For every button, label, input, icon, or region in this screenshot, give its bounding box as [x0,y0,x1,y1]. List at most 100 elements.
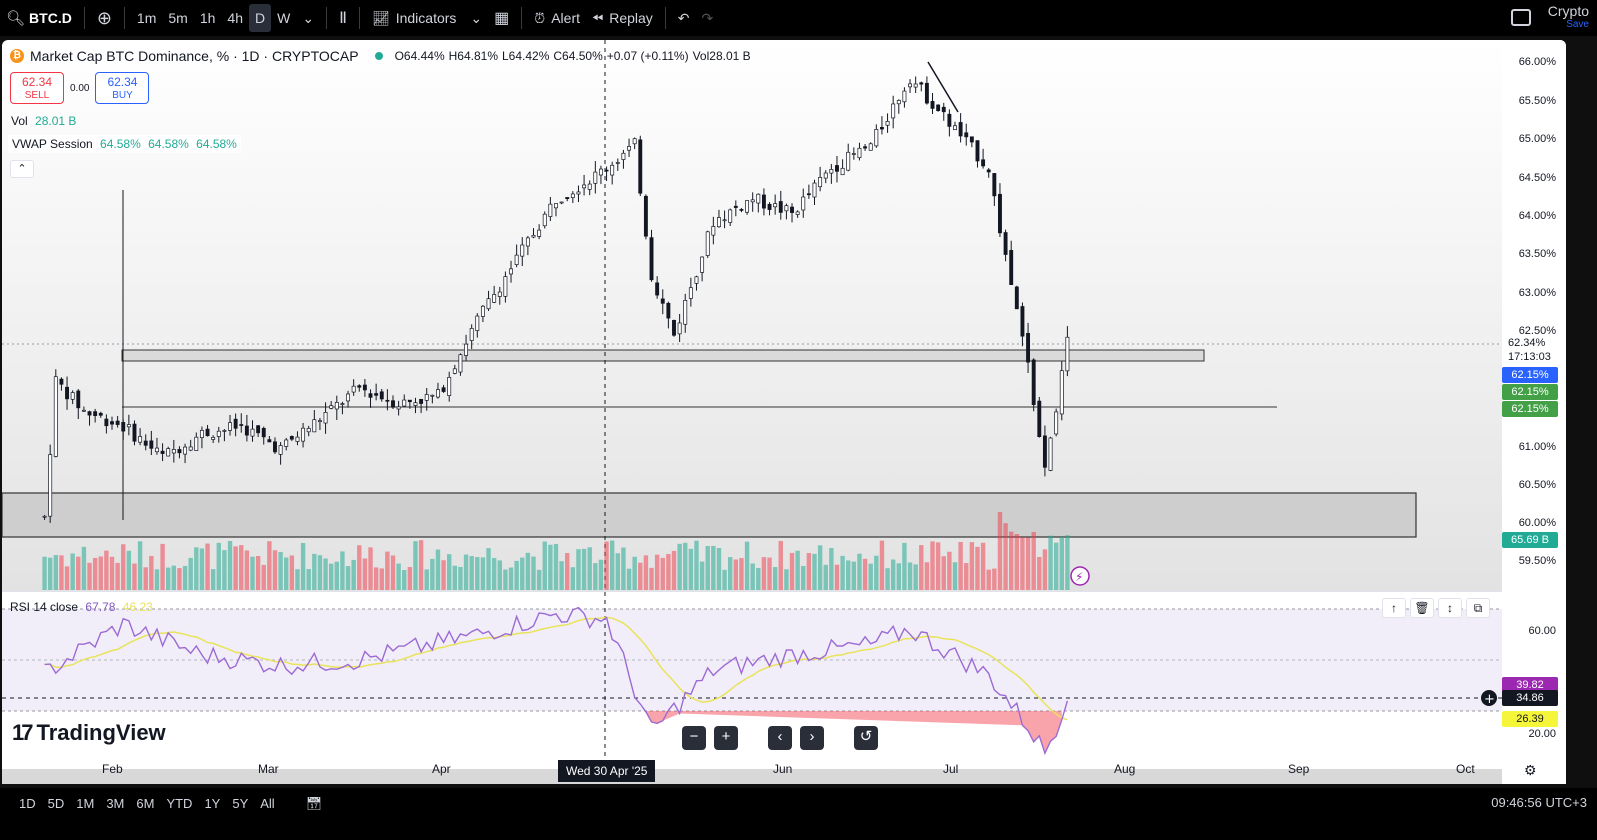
candle-up [1059,370,1064,415]
volume-bar [879,540,885,590]
candle-up [711,226,716,236]
rsi-legend[interactable]: RSI 14 close 67.78 46.23 [10,600,153,614]
candle-down [1026,332,1031,363]
range-6M[interactable]: 6M [131,794,159,814]
candle-up [312,419,317,433]
chart-container[interactable]: ⚡︎ ₿ Market Cap BTC Dominance, % · 1D · … [2,40,1566,784]
timeframe-dropdown[interactable]: ⌄ [296,0,320,36]
legend-title[interactable]: Market Cap BTC Dominance, % · 1D · CRYPT… [30,48,359,64]
candle-up [627,146,631,151]
volume-bar [418,540,424,590]
volume-bar [862,558,868,590]
candle-down [110,421,114,425]
range-1D[interactable]: 1D [14,794,41,814]
volume-bar [924,562,930,590]
sell-button[interactable]: 62.34 SELL [10,72,64,104]
price-scale[interactable]: 66.00% 65.50% 65.00% 64.50% 64.00% 63.50… [1502,40,1566,784]
alert-button[interactable]: ⏰︎ Alert [528,0,586,36]
undo-button[interactable]: ↶ [672,0,696,36]
volume-legend[interactable]: Vol 28.01 B [11,114,76,128]
fullscreen-icon[interactable] [1511,9,1531,26]
save-label: Save [1566,19,1589,30]
volume-bar [53,555,58,590]
search-icon: 🔍︎ [6,10,26,27]
volume-bar [733,559,739,590]
timeframe-D[interactable]: D [248,4,272,32]
candle-down [391,400,395,408]
bar-countdown: 17:13:03 [1508,351,1551,363]
volume-bar [458,566,463,590]
volume-bar [874,555,879,590]
volume-bar [87,562,92,590]
volume-bar [430,558,435,590]
volume-legend-value: 28.01 B [35,114,77,128]
range-3M[interactable]: 3M [101,794,129,814]
move-pane-up-button[interactable]: ↑ [1382,598,1406,618]
price-pane[interactable]: ⚡︎ ₿ Market Cap BTC Dominance, % · 1D · … [2,40,1502,590]
goto-date-button[interactable]: 📅︎ [296,794,333,814]
volume-bar [801,565,806,590]
settings-gear-icon[interactable]: ⚙︎ [1524,762,1537,779]
tradingview-logo[interactable]: 17 TradingView [12,720,166,746]
volume-bar [576,549,581,590]
timeframe-W[interactable]: W [271,0,296,36]
symbol-search[interactable]: 🔍︎ BTC.D [0,0,78,36]
timeframe-1m[interactable]: 1m [131,0,162,36]
resistance-zone[interactable] [121,349,1205,362]
divider [358,7,360,29]
scroll-left-button[interactable]: ‹ [768,726,792,750]
volume-bar [267,541,272,590]
collapse-legend-button[interactable]: ⌃ [10,160,34,178]
volume-bar [132,563,137,590]
buy-button[interactable]: 62.34 BUY [95,72,150,104]
range-YTD[interactable]: YTD [161,794,197,814]
vwap-value-1: 64.58% [100,137,141,151]
calendar-icon: 📅︎ [305,796,323,811]
candle-down [733,205,738,208]
layouts-button[interactable]: ▦ [488,0,515,36]
redo-button[interactable]: ↷ [696,0,720,36]
volume-bar [784,569,789,590]
volume-bar [390,555,396,590]
candle-up [610,164,615,176]
vwap-legend-label: VWAP Session [12,137,93,151]
candle-up [537,229,542,237]
candle-up [430,394,435,397]
candle-up [570,193,575,198]
compare-symbol-button[interactable]: ⊕ [91,0,118,36]
bottom-toolbar: 1D 5D 1M 3M 6M YTD 1Y 5Y All 📅︎ 09:46:56… [0,788,1597,840]
chart-type-button[interactable]: Ⅱ [333,0,353,36]
zoom-out-button[interactable]: − [682,726,706,750]
volume-bar [452,565,458,590]
indicators-button[interactable]: 📈︎ Indicators ⌄ [366,0,488,36]
time-axis[interactable]: Feb Mar Apr Wed 30 Apr '25 Jun Jul Aug S… [2,760,1502,784]
replay-button[interactable]: ⏪︎ Replay [586,0,659,36]
candle-down [93,411,98,416]
volume-bar [92,557,98,590]
volume-bar [340,551,345,590]
utc-clock[interactable]: 09:46:56 UTC+3 [1491,795,1587,810]
volume-bar [312,553,317,590]
volume-bar [896,563,901,590]
scroll-right-button[interactable]: › [800,726,824,750]
timeframe-5m[interactable]: 5m [162,0,193,36]
delete-pane-button[interactable]: 🗑︎ [1410,598,1434,618]
candle-up [424,394,429,401]
collapse-pane-button[interactable]: ↕ [1438,598,1462,618]
maximize-pane-button[interactable]: ⧉ [1466,598,1490,618]
timeframe-4h[interactable]: 4h [221,0,249,36]
zoom-in-button[interactable]: + [714,726,738,750]
timeframe-1h[interactable]: 1h [194,0,222,36]
vwap-legend[interactable]: VWAP Session 64.58% 64.58% 64.58% [8,135,241,153]
range-1M[interactable]: 1M [71,794,99,814]
range-5D[interactable]: 5D [43,794,70,814]
range-5Y[interactable]: 5Y [227,794,253,814]
range-1Y[interactable]: 1Y [199,794,225,814]
account-menu[interactable]: Crypto Save [1548,4,1589,32]
support-zone[interactable] [2,492,1417,538]
reset-chart-button[interactable]: ↺ [854,726,878,750]
candle-up [301,427,306,442]
volume-bar [497,560,502,590]
range-All[interactable]: All [255,794,279,814]
price-chart[interactable]: ⚡︎ [2,40,1502,590]
